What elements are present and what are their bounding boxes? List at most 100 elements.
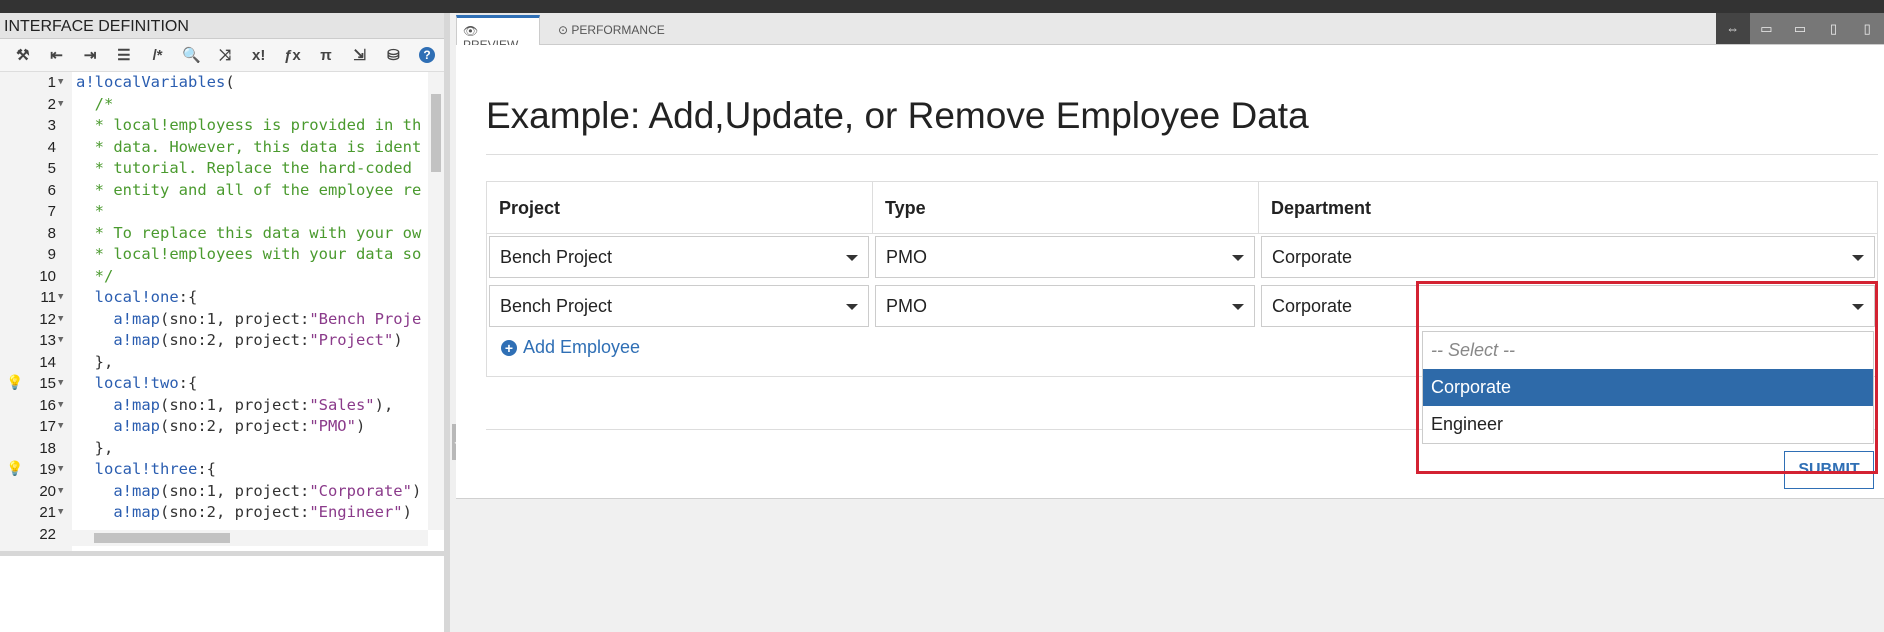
fold-arrow-icon[interactable]: ▼ — [58, 416, 63, 437]
code-line[interactable]: 9 * local!employees with your data so — [0, 244, 430, 265]
dropdown-option[interactable]: Corporate — [1423, 369, 1873, 406]
fold-arrow-icon[interactable]: ▼ — [58, 287, 63, 308]
fold-arrow-icon[interactable]: ▼ — [58, 459, 63, 480]
fold-arrow-icon[interactable]: ▼ — [58, 72, 63, 93]
submit-button[interactable]: SUBMIT — [1784, 451, 1874, 489]
code-line[interactable]: 18 }, — [0, 438, 430, 459]
type-select-row-1[interactable]: PMO — [875, 236, 1255, 278]
code-line[interactable]: 1 ▼ a!localVariables( — [0, 72, 430, 93]
magic-wand-icon: ⚒ — [16, 47, 30, 64]
chevron-down-icon — [1232, 255, 1244, 261]
device-selector: ⇔ ▭ ▭ ▯ ▯ — [1716, 13, 1884, 44]
code-line[interactable]: 10 */ — [0, 266, 430, 287]
plus-circle-icon: + — [501, 339, 517, 356]
fit-width-icon: ⇔ — [1726, 21, 1740, 36]
vertical-scrollbar[interactable] — [428, 72, 444, 530]
line-number: 2 — [47, 95, 56, 113]
chevron-down-icon — [846, 255, 858, 261]
function-button[interactable]: ƒx — [276, 39, 310, 72]
type-select-row-2[interactable]: PMO — [875, 285, 1255, 327]
code-text: */ — [76, 266, 114, 285]
code-text: }, — [76, 438, 114, 457]
chevron-down-icon — [1852, 255, 1864, 261]
code-line[interactable]: 17 ▼ a!map(sno:2, project:"PMO") — [0, 416, 430, 437]
line-number: 11 — [40, 289, 56, 306]
horizontal-scroll-thumb[interactable] — [94, 533, 230, 543]
line-number: 17 — [39, 418, 56, 435]
project-select-row-2[interactable]: Bench Project — [489, 285, 869, 327]
department-select-row-1[interactable]: Corporate — [1261, 236, 1875, 278]
fold-arrow-icon[interactable]: ▼ — [58, 481, 63, 502]
horizontal-scrollbar[interactable] — [72, 530, 428, 546]
chevron-down-icon — [846, 304, 858, 310]
phone-view-button[interactable]: ▯ — [1850, 13, 1884, 44]
code-line[interactable]: 8 * To replace this data with your ow — [0, 223, 430, 244]
code-editor[interactable]: 1 ▼ a!localVariables(2 ▼ /* 3 * local!employ… — [0, 72, 444, 551]
line-number: 6 — [47, 181, 56, 199]
code-text: * — [76, 202, 104, 220]
help-button[interactable]: ? — [410, 39, 444, 72]
code-text: a!map(sno:2, project:"Project") — [113, 331, 403, 349]
fit-width-view-button[interactable]: ⇔ — [1716, 13, 1750, 44]
line-number: 13 — [39, 332, 56, 349]
code-line[interactable]: 21 ▼ a!map(sno:2, project:"Engineer") — [0, 502, 430, 523]
code-text: /* — [76, 94, 114, 113]
code-line[interactable]: 13 ▼ a!map(sno:2, project:"Project") — [0, 330, 430, 351]
code-text: * tutorial. Replace the hard-coded — [76, 159, 412, 177]
tablet-view-button[interactable]: ▯ — [1817, 13, 1851, 44]
line-number: 21 — [39, 504, 56, 521]
code-line[interactable]: 7 * — [0, 201, 430, 222]
fold-arrow-icon[interactable]: ▼ — [58, 502, 63, 523]
code-line[interactable]: 12 ▼ a!map(sno:1, project:"Bench Proje — [0, 309, 430, 330]
desktop-view-button[interactable]: ▭ — [1783, 13, 1817, 44]
line-number: 9 — [47, 246, 56, 263]
database-search-button[interactable]: ⛁ — [377, 39, 411, 72]
indent-button[interactable]: ⇥ — [73, 39, 107, 72]
desktop-wide-view-button[interactable]: ▭ — [1750, 13, 1784, 44]
project-select-row-1[interactable]: Bench Project — [489, 236, 869, 278]
interface-definition-panel: INTERFACE DEFINITION ⚒ ⇤ ⇥ ☰/* 🔍 ⤨ x! ƒx π ⇲ ⛁? 1 ▼… — [0, 13, 450, 632]
export-button[interactable]: ⇲ — [343, 39, 377, 72]
line-number: 19 — [39, 461, 56, 478]
fold-arrow-icon[interactable]: ▼ — [58, 373, 63, 394]
line-number: 16 — [39, 396, 56, 414]
code-line[interactable]: 💡 15 ▼ local!two:{ — [0, 373, 430, 394]
pi-button[interactable]: π — [309, 39, 343, 72]
fold-arrow-icon[interactable]: ▼ — [58, 94, 63, 115]
line-number: 7 — [47, 203, 56, 220]
dropdown-option[interactable]: Engineer — [1423, 406, 1873, 443]
x-factorial-button[interactable]: x! — [242, 39, 276, 72]
outdent-button[interactable]: ⇤ — [40, 39, 74, 72]
code-line[interactable]: 5 * tutorial. Replace the hard-coded — [0, 158, 430, 179]
vertical-scroll-thumb[interactable] — [431, 94, 441, 172]
fold-arrow-icon[interactable]: ▼ — [58, 395, 63, 416]
dropdown-option[interactable]: -- Select -- — [1423, 332, 1873, 369]
code-line[interactable]: 6 * entity and all of the employee re — [0, 180, 430, 201]
code-text: * entity and all of the employee re — [76, 180, 422, 199]
page-title: Example: Add,Update, or Remove Employee … — [486, 95, 1309, 136]
shuffle-button[interactable]: ⤨ — [208, 39, 242, 72]
search-button[interactable]: 🔍 — [174, 39, 208, 72]
code-line[interactable]: 14 }, — [0, 352, 430, 373]
chevron-down-icon — [1232, 304, 1244, 310]
tab-performance[interactable]: ⊙ PERFORMANCE — [552, 15, 671, 45]
code-line[interactable]: 11 ▼ local!one:{ — [0, 287, 430, 308]
code-line[interactable]: 20 ▼ a!map(sno:1, project:"Corporate") — [0, 481, 430, 502]
code-line[interactable]: 2 ▼ /* — [0, 94, 430, 115]
code-line[interactable]: 3 * local!employess is provided in th — [0, 115, 430, 136]
add-employee-link[interactable]: + Add Employee — [501, 337, 640, 358]
tab-preview[interactable]: 👁 PREVIEW — [456, 15, 540, 52]
fold-arrow-icon[interactable]: ▼ — [58, 330, 63, 351]
fold-arrow-icon[interactable]: ▼ — [58, 309, 63, 330]
panel-divider[interactable] — [0, 551, 444, 556]
department-select-row-2[interactable]: Corporate — [1261, 285, 1875, 327]
comment-button[interactable]: /* — [141, 39, 175, 72]
code-line[interactable]: 4 * data. However, this data is ident — [0, 137, 430, 158]
magic-wand-button[interactable]: ⚒ — [6, 39, 40, 72]
export-icon: ⇲ — [353, 47, 366, 64]
list-button[interactable]: ☰ — [107, 39, 141, 72]
line-number: 12 — [39, 310, 56, 328]
code-line[interactable]: 💡 19 ▼ local!three:{ — [0, 459, 430, 480]
editor-toolbar: ⚒ ⇤ ⇥ ☰ /* 🔍 ⤨ x! ƒx π ⇲ ⛁? — [0, 39, 444, 72]
code-line[interactable]: 16 ▼ a!map(sno:1, project:"Sales"), — [0, 395, 430, 416]
